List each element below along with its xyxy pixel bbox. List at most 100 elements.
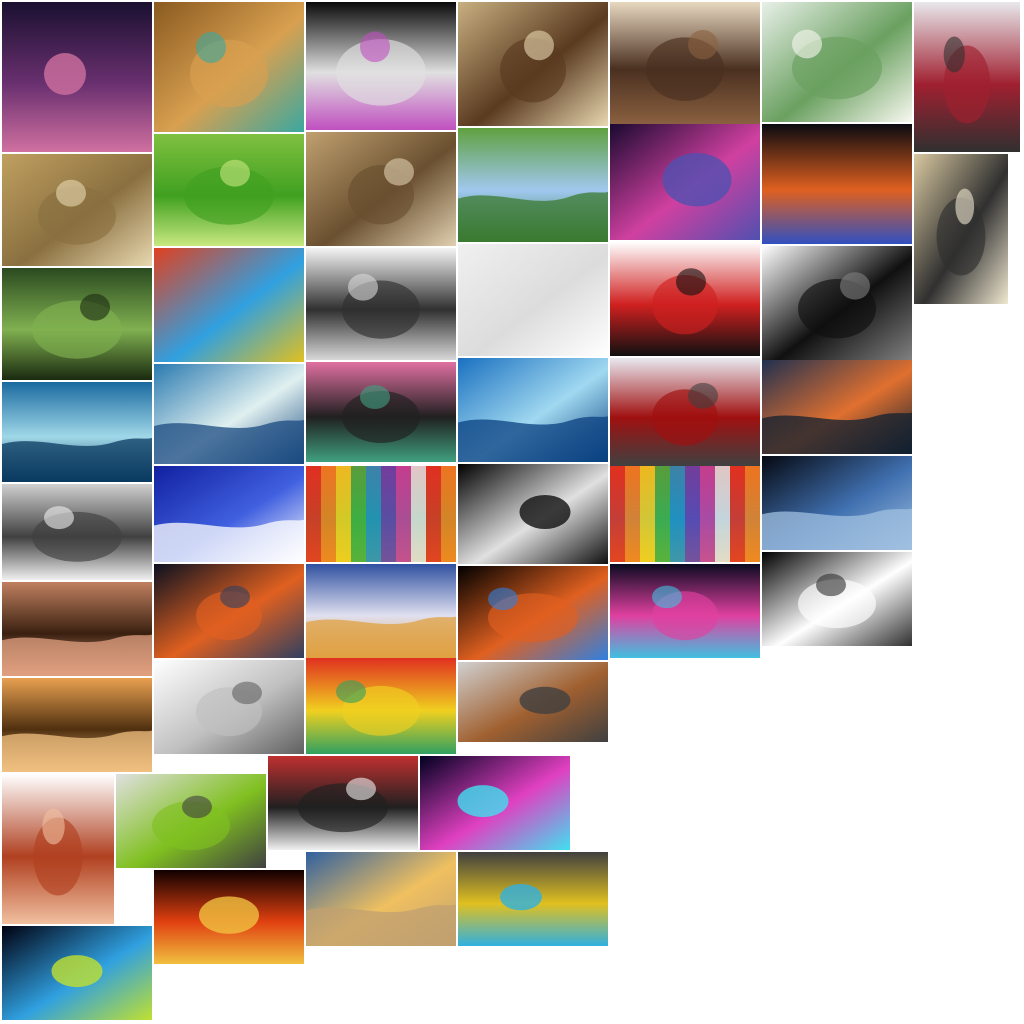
thumbnail-lime-splash[interactable] xyxy=(116,774,266,868)
thumbnail-image xyxy=(154,870,304,964)
thumbnail-image xyxy=(116,774,266,868)
thumbnail-image xyxy=(306,2,456,130)
thumbnail-image xyxy=(154,364,304,464)
thumbnail-black-eagle-splatter[interactable] xyxy=(762,246,912,360)
thumbnail-image xyxy=(2,268,152,380)
thumbnail-city-night-tower[interactable] xyxy=(154,564,304,658)
thumbnail-image xyxy=(154,2,304,132)
thumbnail-wave-tube[interactable] xyxy=(154,364,304,464)
thumbnail-eye-closeup[interactable] xyxy=(458,662,608,742)
thumbnail-neon-circles-abstract[interactable] xyxy=(762,124,912,244)
thumbnail-rainbow-stripes[interactable] xyxy=(610,466,760,562)
thumbnail-image xyxy=(306,852,456,946)
thumbnail-image xyxy=(154,248,304,362)
thumbnail-beach-sunset[interactable] xyxy=(306,852,456,946)
thumbnail-orion-nebula[interactable] xyxy=(2,2,152,152)
thumbnail-blue-sky-cloud[interactable] xyxy=(154,466,304,562)
thumbnail-image xyxy=(420,756,570,850)
thumbnail-fire-sphere[interactable] xyxy=(154,870,304,964)
thumbnail-grunge-treble-clef[interactable] xyxy=(610,2,760,124)
thumbnail-image xyxy=(610,564,760,658)
thumbnail-park-meadow[interactable] xyxy=(458,128,608,242)
thumbnail-image xyxy=(306,658,456,754)
thumbnail-image xyxy=(2,2,152,152)
thumbnail-image xyxy=(268,756,418,850)
thumbnail-white-tiger[interactable] xyxy=(306,248,456,360)
thumbnail-image xyxy=(2,382,152,482)
thumbnail-image xyxy=(458,2,608,126)
thumbnail-image xyxy=(306,362,456,462)
thumbnail-wheat-stalk[interactable] xyxy=(2,154,152,266)
thumbnail-image xyxy=(610,2,760,124)
thumbnail-ocean-wave[interactable] xyxy=(2,382,152,482)
thumbnail-horsehead-nebula[interactable] xyxy=(610,124,760,240)
thumbnail-barbed-wire-field[interactable] xyxy=(306,132,456,246)
thumbnail-earth-from-space[interactable] xyxy=(762,456,912,550)
thumbnail-image xyxy=(2,154,152,266)
thumbnail-image xyxy=(306,132,456,246)
thumbnail-light-streaks[interactable] xyxy=(2,926,152,1020)
thumbnail-image xyxy=(610,358,760,466)
thumbnail-figure-black-white[interactable] xyxy=(154,660,304,754)
thumbnail-image xyxy=(2,774,114,924)
thumbnail-bamboo-forest[interactable] xyxy=(2,268,152,380)
thumbnail-room-with-gramophone[interactable] xyxy=(154,2,304,132)
thumbnail-water-drop-white[interactable] xyxy=(458,244,608,356)
thumbnail-rainbow-gradient[interactable] xyxy=(154,248,304,362)
thumbnail-mushroom-cloud[interactable] xyxy=(2,484,152,580)
thumbnail-red-ink-splash[interactable] xyxy=(610,242,760,356)
thumbnail-snowy-forest-red-river[interactable] xyxy=(610,358,760,466)
thumbnail-image xyxy=(762,456,912,550)
thumbnail-group-photo-band[interactable] xyxy=(268,756,418,850)
thumbnail-red-hair-woman[interactable] xyxy=(2,774,114,924)
thumbnail-ocean-sunset[interactable] xyxy=(762,360,912,454)
thumbnail-headphones-art[interactable] xyxy=(914,154,1008,304)
thumbnail-rainbow-book[interactable] xyxy=(306,658,456,754)
thumbnail-image xyxy=(2,484,152,580)
thumbnail-image xyxy=(306,466,456,562)
thumbnail-image xyxy=(2,926,152,1020)
thumbnail-image xyxy=(762,246,912,360)
wallpaper-gallery xyxy=(0,0,1024,1024)
thumbnail-image xyxy=(154,660,304,754)
thumbnail-image xyxy=(458,128,608,242)
thumbnail-pink-stormtrooper[interactable] xyxy=(306,362,456,462)
thumbnail-pulp-fiction-silhouette[interactable] xyxy=(762,552,912,646)
thumbnail-image xyxy=(458,566,608,660)
thumbnail-sailboat-sunset[interactable] xyxy=(2,678,152,772)
thumbnail-image xyxy=(2,678,152,772)
thumbnail-dead-tree-sunset[interactable] xyxy=(2,582,152,676)
thumbnail-image xyxy=(458,464,608,564)
thumbnail-blue-pink-light[interactable] xyxy=(420,756,570,850)
thumbnail-violin-splash-art[interactable] xyxy=(306,2,456,130)
thumbnail-grass-blade-green[interactable] xyxy=(154,134,304,246)
thumbnail-speaker-tower-art[interactable] xyxy=(914,2,1020,152)
thumbnail-image xyxy=(610,124,760,240)
thumbnail-image xyxy=(762,2,912,122)
thumbnail-image xyxy=(914,2,1020,152)
thumbnail-image xyxy=(762,360,912,454)
thumbnail-full-moon[interactable] xyxy=(458,464,608,564)
thumbnail-blue-wave[interactable] xyxy=(458,358,608,462)
thumbnail-image xyxy=(154,564,304,658)
thumbnail-rainbow-nuke[interactable] xyxy=(458,852,608,946)
thumbnail-image xyxy=(306,564,456,658)
thumbnail-image xyxy=(458,852,608,946)
thumbnail-daft-punk-helmets[interactable] xyxy=(458,566,608,660)
thumbnail-image xyxy=(458,244,608,356)
thumbnail-image xyxy=(762,552,912,646)
thumbnail-image xyxy=(306,248,456,360)
thumbnail-image xyxy=(458,358,608,462)
thumbnail-image xyxy=(154,466,304,562)
thumbnail-image xyxy=(914,154,1008,304)
thumbnail-image xyxy=(610,466,760,562)
thumbnail-image xyxy=(2,582,152,676)
thumbnail-image xyxy=(458,662,608,742)
thumbnail-rainbow-wall-planks[interactable] xyxy=(306,466,456,562)
thumbnail-image xyxy=(154,134,304,246)
thumbnail-dramatic-clouds[interactable] xyxy=(306,564,456,658)
thumbnail-daft-punk-neon[interactable] xyxy=(610,564,760,658)
thumbnail-vintage-music-collage[interactable] xyxy=(458,2,608,126)
thumbnail-daisy-flowers[interactable] xyxy=(762,2,912,122)
thumbnail-image xyxy=(610,242,760,356)
